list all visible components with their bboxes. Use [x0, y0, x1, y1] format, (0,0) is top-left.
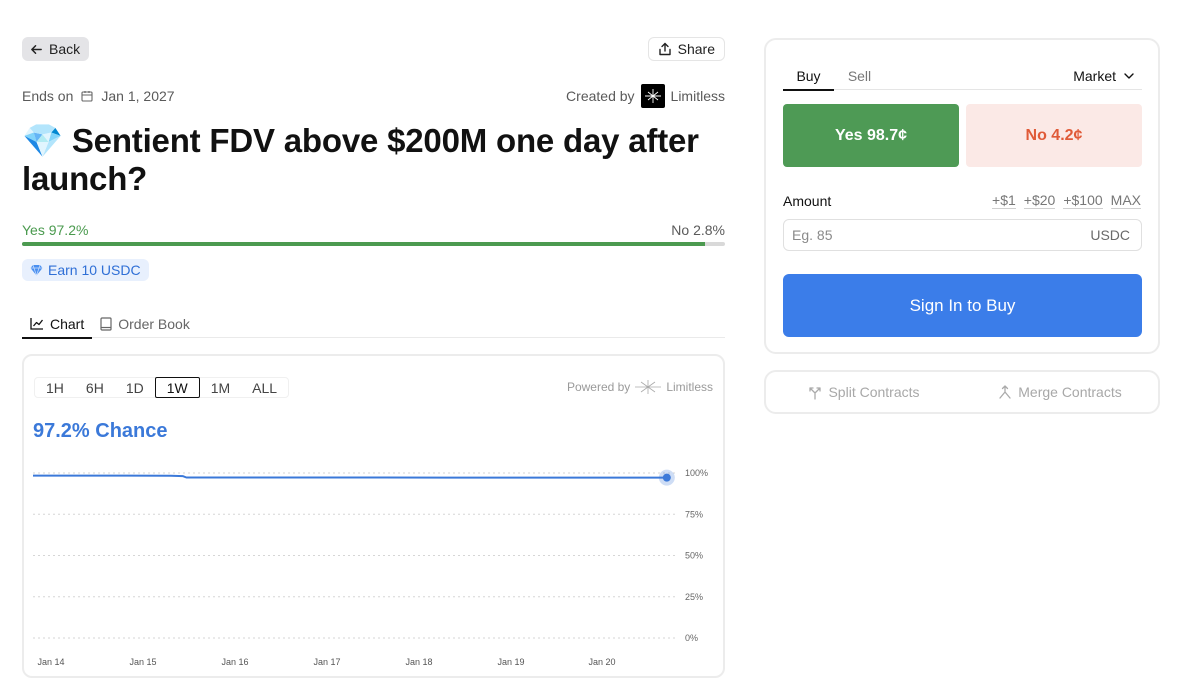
quick-amount-max[interactable]: MAX: [1110, 192, 1141, 209]
powered-by: Powered by Limitless: [567, 380, 713, 394]
quick-amount-100[interactable]: +$100: [1063, 192, 1103, 209]
created-by-label: Created by: [566, 88, 635, 104]
tab-chart[interactable]: Chart: [22, 309, 93, 339]
creator: Created by Limitless: [566, 84, 725, 108]
earn-badge[interactable]: Earn 10 USDC: [22, 259, 149, 281]
arrow-left-icon: [31, 44, 42, 54]
range-1m[interactable]: 1M: [200, 378, 241, 397]
amount-input[interactable]: [784, 220, 1074, 250]
y-tick-label: 100%: [685, 468, 708, 478]
x-tick-label: Jan 18: [405, 657, 432, 667]
x-tick-label: Jan 15: [129, 657, 156, 667]
probability-labels: Yes 97.2% No 2.8%: [22, 222, 725, 240]
x-tick-label: Jan 20: [588, 657, 615, 667]
y-tick-label: 25%: [685, 592, 703, 602]
page-title: 💎 Sentient FDV above $200M one day after…: [22, 122, 725, 198]
range-1d[interactable]: 1D: [115, 378, 155, 397]
market-panel: Back Share Ends on Jan 1, 2027 Created b…: [22, 0, 725, 700]
quick-amount-20[interactable]: +$20: [1023, 192, 1056, 209]
probability-bar: [22, 242, 725, 246]
chance-value: 97.2% Chance: [33, 420, 168, 442]
order-type-value: Market: [1073, 67, 1116, 84]
x-tick-label: Jan 14: [37, 657, 64, 667]
quick-amount-1[interactable]: +$1: [992, 192, 1016, 209]
price-chart: 0% 25% 50% 75% 100% Jan 14 Jan 15 Jan 16 Jan 17 J…: [33, 468, 708, 667]
tab-buy[interactable]: Buy: [783, 61, 834, 91]
market-title: Sentient FDV above $200M one day after l…: [22, 122, 699, 197]
contracts-card: Split Contracts Merge Contracts: [764, 370, 1160, 414]
tab-order-book[interactable]: Order Book: [92, 309, 198, 338]
earn-label: Earn 10 USDC: [48, 262, 141, 278]
market-meta: Ends on Jan 1, 2027 Created by Limitless: [22, 84, 725, 108]
tab-sell[interactable]: Sell: [834, 61, 885, 90]
y-tick-label: 75%: [685, 509, 703, 519]
calendar-icon: [81, 91, 93, 102]
chart-line-icon: [30, 318, 44, 330]
back-button[interactable]: Back: [22, 37, 90, 61]
range-1w[interactable]: 1W: [154, 377, 200, 398]
merge-contracts-button[interactable]: Merge Contracts: [962, 372, 1158, 412]
x-tick-label: Jan 16: [221, 657, 248, 667]
split-contracts-button[interactable]: Split Contracts: [766, 372, 962, 412]
y-tick-label: 0%: [685, 633, 698, 643]
no-outcome-button[interactable]: No 4.2¢: [966, 104, 1142, 167]
tab-order-book-label: Order Book: [118, 315, 190, 332]
ends-label: Ends on: [22, 88, 74, 104]
order-type-select[interactable]: Market: [1073, 61, 1134, 90]
diamond-small-icon: [30, 264, 43, 276]
yes-probability: Yes 97.2%: [22, 222, 89, 238]
amount-field: USDC: [783, 219, 1142, 251]
y-tick-label: 50%: [685, 551, 703, 561]
amount-unit: USDC: [1090, 227, 1130, 243]
limitless-mark-icon: [635, 380, 662, 394]
series-line: [33, 474, 667, 479]
end-date-value: Jan 1, 2027: [101, 88, 175, 104]
chart-card: 1H 6H 1D 1W 1M ALL Powered by Limitless …: [22, 354, 725, 678]
powered-by-label: Powered by: [566, 380, 631, 394]
range-6h[interactable]: 6H: [75, 378, 115, 397]
book-icon: [100, 316, 112, 331]
amount-label: Amount: [783, 193, 832, 209]
no-probability: No 2.8%: [671, 222, 725, 238]
x-tick-label: Jan 17: [313, 657, 340, 667]
trade-card: Buy Sell Market Yes 98.7¢ No 4.2¢ Amount…: [764, 38, 1160, 354]
share-button[interactable]: Share: [647, 37, 725, 61]
chevron-down-icon: [1124, 72, 1134, 79]
x-tick-label: Jan 19: [497, 657, 524, 667]
sign-in-to-buy-button[interactable]: Sign In to Buy: [783, 274, 1142, 337]
quick-amounts: +$1 +$20 +$100 MAX: [992, 192, 1141, 209]
split-icon: [809, 386, 822, 400]
diamond-icon: 💎: [22, 122, 63, 159]
range-all[interactable]: ALL: [241, 378, 288, 397]
share-icon: [658, 42, 671, 56]
end-date: Ends on Jan 1, 2027: [22, 88, 175, 104]
last-point-marker: [662, 473, 671, 482]
time-range-tabs: 1H 6H 1D 1W 1M ALL: [34, 377, 290, 398]
probability-bar-fill: [22, 242, 706, 246]
trade-tabs: Buy Sell Market: [783, 61, 1142, 91]
merge-icon: [999, 384, 1011, 399]
back-label: Back: [49, 41, 81, 57]
merge-contracts-label: Merge Contracts: [1018, 384, 1122, 400]
powered-by-brand: Limitless: [666, 380, 713, 394]
split-contracts-label: Split Contracts: [828, 384, 920, 400]
content-tabs: Chart Order Book: [22, 309, 725, 339]
limitless-logo: [640, 84, 665, 108]
range-1h[interactable]: 1H: [35, 378, 75, 397]
share-label: Share: [677, 41, 715, 57]
creator-name[interactable]: Limitless: [671, 88, 725, 104]
yes-outcome-button[interactable]: Yes 98.7¢: [783, 104, 959, 167]
tab-chart-label: Chart: [50, 315, 85, 332]
